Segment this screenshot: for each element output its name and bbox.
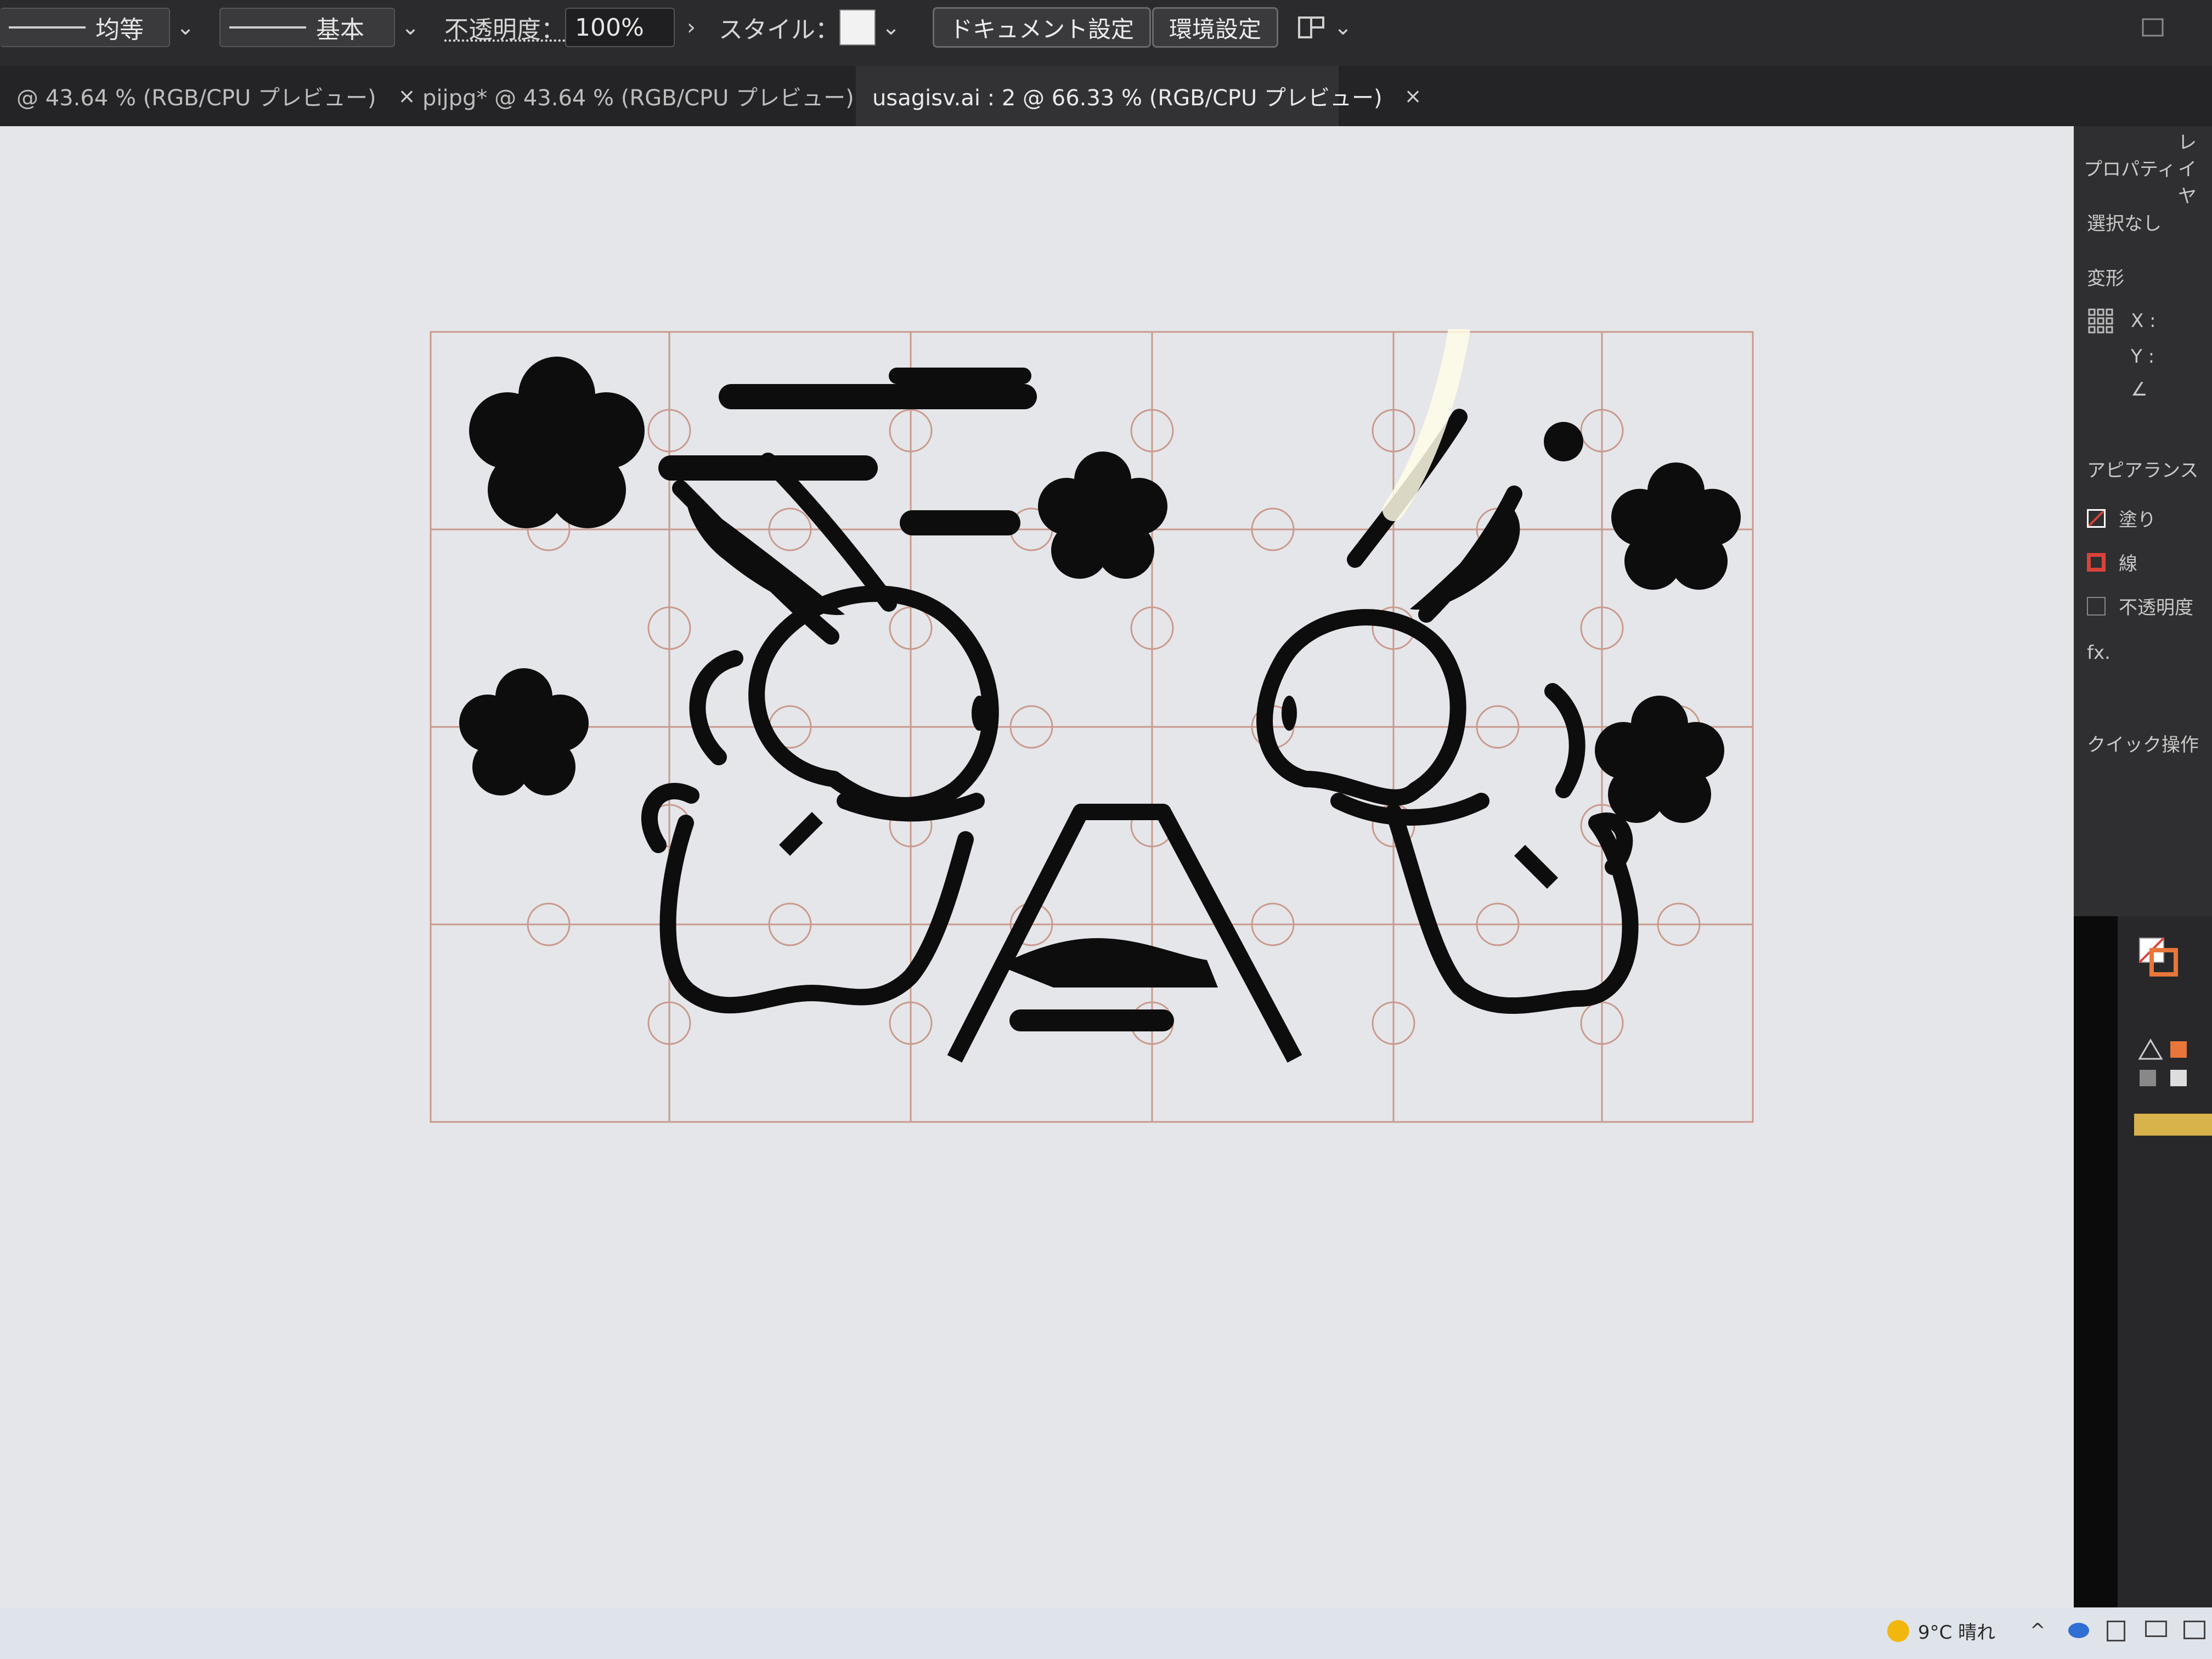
brush-preview-line xyxy=(229,26,306,29)
fill-none-swatch[interactable] xyxy=(2087,509,2106,528)
opacity-row[interactable]: 不透明度 xyxy=(2087,592,2193,619)
document-setup-button[interactable]: ドキュメント設定 xyxy=(933,7,1152,48)
tab-label: @ 43.64 % (RGB/CPU プレビュー) xyxy=(16,86,376,111)
preferences-button[interactable]: 環境設定 xyxy=(1152,7,1279,48)
weather-widget[interactable]: 9°C 晴れ xyxy=(1887,1617,1995,1644)
angle-label: ∠ xyxy=(2131,379,2148,400)
tab-layers[interactable]: レイヤ xyxy=(2178,132,2212,207)
canvas-area[interactable] xyxy=(0,126,2074,1651)
arrange-icon[interactable] xyxy=(1295,11,1328,44)
rabbit-right-details xyxy=(1282,510,1558,889)
mountain-fuji xyxy=(947,804,1302,1063)
reference-point-icon[interactable] xyxy=(2087,307,2114,335)
fill-stroke-icon[interactable] xyxy=(2138,937,2178,977)
brush-value: 基本 xyxy=(316,16,364,44)
flower-center xyxy=(1038,452,1167,579)
window-icon[interactable] xyxy=(2140,14,2167,41)
opacity-swatch[interactable] xyxy=(2087,596,2106,616)
dot xyxy=(1544,422,1583,461)
sun-icon xyxy=(1887,1620,1909,1642)
close-icon[interactable]: × xyxy=(1404,84,1422,108)
chevron-down-icon[interactable]: ⌄ xyxy=(395,15,426,40)
variable-width-profile-dropdown[interactable]: 均等 ⌄ xyxy=(0,0,201,55)
color-controls xyxy=(2134,937,2212,1136)
flower-shapes xyxy=(459,357,1741,823)
swatch-row-icon[interactable] xyxy=(2138,1039,2187,1086)
artboard[interactable] xyxy=(428,329,1756,1125)
opacity-label[interactable]: 不透明度： xyxy=(444,10,565,45)
rabbit-left xyxy=(641,453,999,1014)
stroke-label: 線 xyxy=(2119,553,2137,575)
flower-top-right xyxy=(1611,462,1741,590)
cloud-bars xyxy=(658,368,1037,535)
y-label: Y : xyxy=(2131,346,2155,368)
brush-definition-dropdown[interactable]: 基本 ⌄ xyxy=(219,0,426,55)
document-tab-bar: @ 43.64 % (RGB/CPU プレビュー) × pijpg* @ 43.… xyxy=(0,66,2212,126)
stroke-row[interactable]: 線 xyxy=(2087,549,2137,575)
tab-label: pijpg* @ 43.64 % (RGB/CPU プレビュー) xyxy=(422,86,854,111)
quick-actions-heading: クイック操作 xyxy=(2087,734,2199,756)
gradient-bar[interactable] xyxy=(2134,1114,2212,1136)
speaker-icon[interactable] xyxy=(2183,1621,2205,1639)
control-bar: 均等 ⌄ 基本 ⌄ 不透明度： 100% › スタイル： ⌄ ドキュメント設定 … xyxy=(0,0,2212,67)
flower-top-left xyxy=(469,357,645,528)
tab-document-1[interactable]: @ 43.64 % (RGB/CPU プレビュー) × xyxy=(0,66,415,126)
properties-panel: プロパティ レイヤ 選択なし 変形 X : Y : ∠ アピアランス 塗り 線 … xyxy=(2074,126,2212,916)
fx-button[interactable]: fx. xyxy=(2087,642,2111,664)
tool-panel xyxy=(2118,916,2212,1607)
stroke-swatch[interactable] xyxy=(2087,552,2106,572)
flower-mid-right xyxy=(1595,696,1724,823)
device-icon[interactable] xyxy=(2107,1621,2125,1641)
profile-value: 均等 xyxy=(95,16,144,44)
cloud-icon[interactable] xyxy=(2068,1623,2089,1638)
flower-mid-left xyxy=(459,668,589,795)
transform-heading: 変形 xyxy=(2087,268,2124,290)
tab-document-2[interactable]: pijpg* @ 43.64 % (RGB/CPU プレビュー) × xyxy=(406,66,894,126)
chevron-down-icon[interactable]: ⌄ xyxy=(876,15,906,40)
weather-text: 9°C 晴れ xyxy=(1918,1622,1996,1644)
fill-label: 塗り xyxy=(2119,509,2156,531)
chevron-up-icon[interactable]: ^ xyxy=(2030,1620,2046,1641)
opacity-field[interactable]: 100% › xyxy=(565,0,708,55)
appearance-heading: アピアランス xyxy=(2087,460,2199,482)
tab-properties[interactable]: プロパティ xyxy=(2084,148,2176,187)
selection-status: 選択なし xyxy=(2087,213,2162,235)
profile-preview-line xyxy=(9,26,86,29)
style-label: スタイル： xyxy=(719,16,839,44)
arrange-documents-dropdown[interactable]: ⌄ xyxy=(1295,0,1358,55)
taskbar: 9°C 晴れ ^ xyxy=(0,1607,2212,1659)
tab-document-3-active[interactable]: usagisv.ai : 2 @ 66.33 % (RGB/CPU プレビュー)… xyxy=(856,66,1422,126)
fill-row[interactable]: 塗り xyxy=(2087,505,2156,532)
style-swatch[interactable] xyxy=(839,9,876,46)
opacity-value[interactable]: 100% xyxy=(575,14,644,42)
chevron-right-icon[interactable]: › xyxy=(675,15,708,40)
x-label: X : xyxy=(2131,310,2156,332)
graphic-style-dropdown[interactable]: ⌄ xyxy=(839,0,906,55)
tab-label: usagisv.ai : 2 @ 66.33 % (RGB/CPU プレビュー) xyxy=(872,86,1383,111)
network-icon[interactable] xyxy=(2145,1621,2167,1637)
rabbit-right xyxy=(1256,409,1639,1014)
chevron-down-icon[interactable]: ⌄ xyxy=(1328,15,1358,40)
opacity-label: 不透明度 xyxy=(2119,597,2193,619)
chevron-down-icon[interactable]: ⌄ xyxy=(170,15,201,40)
